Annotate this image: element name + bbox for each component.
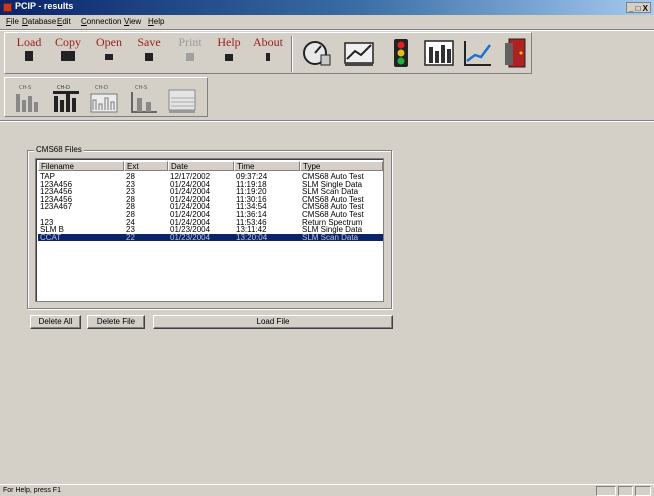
chart-view-1-icon[interactable]: CH-S [13,82,43,114]
chart-view-3-icon[interactable]: CH-D [89,82,119,114]
open-button[interactable]: Open [89,35,129,72]
open-icon [105,54,113,60]
title-bar: PCIP - results _ □ X [0,0,654,15]
cell-time: 11:36:14 [236,210,267,219]
line-chart-icon[interactable] [461,37,493,69]
delete-file-button[interactable]: Delete File [87,315,145,329]
cell-ext: 28 [126,172,135,181]
copy-icon [61,51,75,61]
delete-all-button[interactable]: Delete All [30,315,81,329]
status-pane-1 [596,486,616,496]
print-label: Print [178,35,202,49]
load-button[interactable]: Load [9,35,49,72]
menu-file[interactable]: File [6,17,19,26]
cell-type: CMS68 Auto Test [302,210,364,219]
menu-view[interactable]: View [124,17,141,26]
load-file-button[interactable]: Load File [153,315,393,329]
chart-view-4-icon[interactable]: CH-S [129,82,159,114]
app-icon[interactable] [3,3,12,12]
cell-filename: CCAT [40,232,62,242]
column-header-time[interactable]: Time [234,161,300,171]
graph-plot-icon[interactable] [343,37,375,69]
table-row[interactable]: TAP 28 12/17/2002 09:37:24 CMS68 Auto Test [38,172,383,181]
table-row[interactable]: CCAT 22 01/23/2004 13:20:04 SLM Scan Data [38,232,383,242]
column-header-type[interactable]: Type [300,161,383,171]
chart-view-3-caption: CH-D [95,85,108,91]
save-button[interactable]: Save [129,35,169,72]
cell-ext: 22 [126,232,135,242]
files-group-title: CMS68 Files [34,145,84,154]
view-toolbar: CH-S CH-D CH-D CH-S [4,77,208,117]
load-label: Load [16,35,42,49]
status-pane-2 [618,486,633,496]
status-bar: For Help, press F1 [0,484,654,496]
window-title: PCIP - results [15,1,74,11]
help-button[interactable]: Help [209,35,249,72]
print-icon [186,53,194,61]
cell-time: 09:37:24 [236,172,268,181]
traffic-light-icon[interactable] [385,37,417,69]
cell-ext: 28 [126,210,135,219]
chart-view-4-caption: CH-S [135,85,147,91]
save-icon [145,53,153,61]
bar-chart-icon[interactable] [423,37,455,69]
menu-bar: File Database Edit Connection View Help [0,15,654,28]
toolbar-separator [291,36,293,72]
load-icon [25,51,33,61]
cell-type: CMS68 Auto Test [302,172,364,181]
cell-filename: 123A467 [40,202,73,212]
copy-button[interactable]: Copy [48,35,88,72]
chart-view-2-caption: CH-D [57,85,70,91]
chart-view-1-caption: CH-S [19,85,31,91]
help-label: Help [217,35,241,49]
about-button[interactable]: About [248,35,288,72]
exit-door-icon[interactable] [499,37,531,69]
window-controls[interactable]: _ □ X [625,2,651,13]
help-icon [225,54,233,61]
column-header-ext[interactable]: Ext [124,161,168,171]
menu-separator [0,29,654,31]
status-text: For Help, press F1 [3,487,61,494]
column-header-date[interactable]: Date [168,161,234,171]
copy-label: Copy [54,35,81,49]
meter-icon[interactable] [301,37,333,69]
menu-connection[interactable]: Connection [81,17,121,26]
open-label: Open [96,35,122,49]
about-icon [266,53,270,61]
about-label: About [253,35,283,49]
cell-type: SLM Scan Data [302,232,359,242]
cell-time: 13:20:04 [236,232,268,242]
cell-filename: TAP [40,172,55,181]
print-button[interactable]: Print [170,35,210,72]
toolbar-separator-bottom [0,120,654,122]
files-list-header: Filename Ext Date Time Type [38,161,383,171]
chart-view-2-icon[interactable]: CH-D [51,82,81,114]
menu-edit[interactable]: Edit [57,17,71,26]
status-pane-3 [635,486,651,496]
main-toolbar: Load Copy Open Save Print Help About [4,32,532,74]
save-label: Save [137,35,161,49]
chart-view-5-icon[interactable] [167,82,197,114]
cell-date: 01/23/2004 [170,232,211,242]
menu-help[interactable]: Help [148,17,164,26]
table-row[interactable]: 28 01/24/2004 11:36:14 CMS68 Auto Test [38,210,383,219]
cell-date: 01/24/2004 [170,210,211,219]
cell-date: 12/17/2002 [170,172,211,181]
menu-database[interactable]: Database [22,17,56,26]
column-header-filename[interactable]: Filename [38,161,124,171]
files-list[interactable]: Filename Ext Date Time Type TAP 28 12/17/2… [35,158,384,302]
